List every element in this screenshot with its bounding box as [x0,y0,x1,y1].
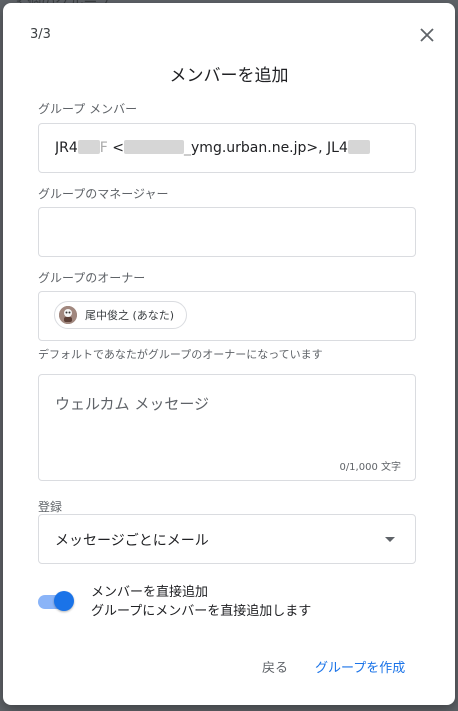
dropdown-arrow-icon [385,537,395,542]
character-counter: 0/1,000 文字 [339,462,401,473]
redacted-block [77,140,100,154]
members-value-mid: < [112,140,125,156]
toggle-knob [54,591,74,611]
managers-field[interactable] [38,207,416,257]
create-group-button[interactable]: グループを作成 [315,657,405,676]
owners-helper-text: デフォルトであなたがグループのオーナーになっています [38,348,323,361]
add-members-dialog: 3/3 メンバーを追加 グループ メンバー JR4 F < _ymg.urban.n… [3,3,455,705]
dialog-title: メンバーを追加 [169,66,289,86]
direct-add-title: メンバーを直接追加 [91,585,209,600]
subscription-select[interactable]: メッセージごとにメール [38,514,416,564]
owner-chip-label: 尾中俊之 (あなた) [85,309,175,322]
members-value: JR4 F < _ymg.urban.ne.jp>, JL4 [55,140,401,156]
welcome-message-placeholder: ウェルカム メッセージ [55,395,210,413]
direct-add-description: グループにメンバーを直接追加します [91,604,312,619]
members-value-prefix: JR4 [55,140,78,156]
step-indicator: 3/3 [30,27,51,42]
owners-field[interactable]: 尾中俊之 (あなた) [38,291,416,341]
members-label: グループ メンバー [38,102,138,116]
subscription-label: 登録 [38,500,63,514]
subscription-selected-value: メッセージごとにメール [55,533,209,549]
avatar [59,306,77,324]
direct-add-toggle[interactable] [38,591,76,611]
owners-label: グループのオーナー [38,271,146,285]
members-field[interactable]: JR4 F < _ymg.urban.ne.jp>, JL4 [38,123,416,173]
back-button[interactable]: 戻る [262,657,288,676]
welcome-message-field[interactable]: ウェルカム メッセージ 0/1,000 文字 [38,374,416,481]
redacted-block [124,140,185,154]
members-value-domain: ymg.urban.ne.jp>, JL4 [191,140,348,156]
owner-chip[interactable]: 尾中俊之 (あなた) [54,301,188,329]
close-button[interactable] [413,21,441,49]
close-icon [420,28,434,42]
managers-label: グループのマネージャー [38,187,169,201]
redacted-block [347,140,370,154]
